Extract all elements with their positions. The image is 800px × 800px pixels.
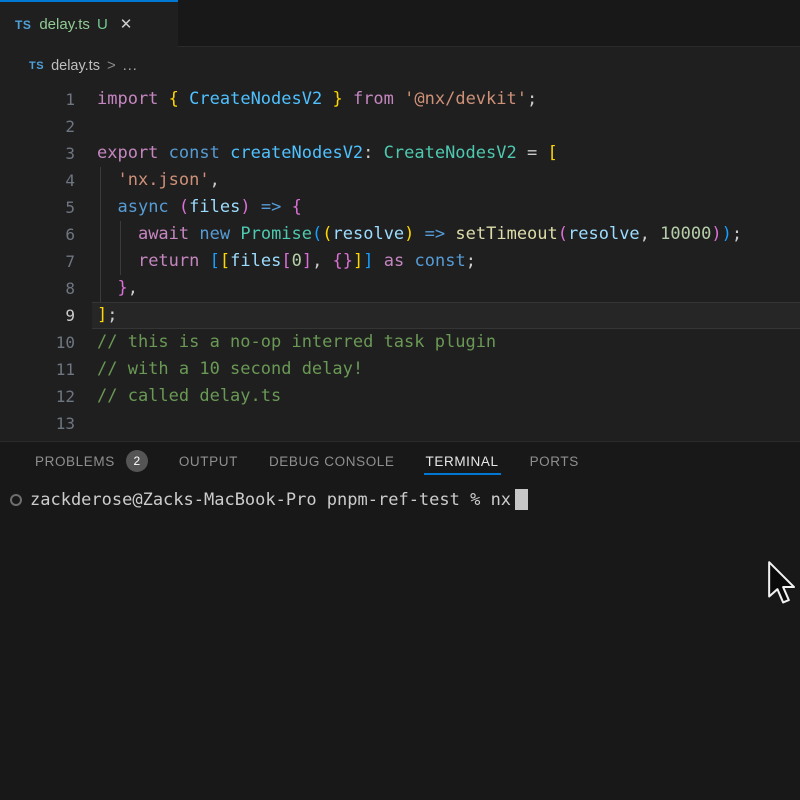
- code-text: },: [75, 275, 138, 302]
- panel-tab-problems[interactable]: PROBLEMS 2: [35, 442, 148, 480]
- code-text: // with a 10 second delay!: [75, 356, 363, 383]
- tab-delay-ts[interactable]: TS delay.ts U ✕: [0, 0, 178, 47]
- panel-tab-output[interactable]: OUTPUT: [179, 442, 238, 480]
- code-text: import { CreateNodesV2 } from '@nx/devki…: [75, 86, 537, 113]
- breadcrumb-symbol-ellipsis[interactable]: ...: [123, 58, 138, 74]
- code-text: ];: [75, 302, 118, 329]
- breadcrumb-file[interactable]: delay.ts: [51, 58, 100, 74]
- code-line[interactable]: 5 async (files) => {: [0, 194, 800, 221]
- typescript-file-icon: TS: [15, 18, 31, 32]
- code-text: export const createNodesV2: CreateNodesV…: [75, 140, 558, 167]
- terminal-block-cursor: [515, 489, 528, 510]
- line-number: 3: [0, 140, 75, 167]
- code-text: [75, 113, 97, 140]
- panel-tab-label: TERMINAL: [426, 454, 499, 469]
- code-line[interactable]: 3export const createNodesV2: CreateNodes…: [0, 140, 800, 167]
- code-line[interactable]: 9];: [0, 302, 800, 329]
- bottom-panel: PROBLEMS 2 OUTPUT DEBUG CONSOLE TERMINAL PORT…: [0, 441, 800, 799]
- panel-tab-label: OUTPUT: [179, 454, 238, 469]
- line-number: 13: [0, 410, 75, 437]
- breadcrumb: TS delay.ts > ...: [0, 47, 800, 84]
- code-line[interactable]: 12// called delay.ts: [0, 383, 800, 410]
- code-text: // called delay.ts: [75, 383, 281, 410]
- panel-tab-ports[interactable]: PORTS: [530, 442, 579, 480]
- line-number: 5: [0, 194, 75, 221]
- code-line[interactable]: 4 'nx.json',: [0, 167, 800, 194]
- code-line[interactable]: 6 await new Promise((resolve) => setTime…: [0, 221, 800, 248]
- close-icon[interactable]: ✕: [120, 17, 133, 32]
- line-number: 9: [0, 302, 75, 329]
- code-line[interactable]: 10// this is a no-op interred task plugi…: [0, 329, 800, 356]
- line-number: 8: [0, 275, 75, 302]
- panel-tab-label: DEBUG CONSOLE: [269, 454, 395, 469]
- git-untracked-badge: U: [97, 16, 108, 33]
- editor-tab-bar: TS delay.ts U ✕: [0, 0, 800, 47]
- code-text: [75, 410, 97, 437]
- chevron-right-icon: >: [107, 57, 116, 74]
- code-text: await new Promise((resolve) => setTimeou…: [75, 221, 742, 248]
- code-line[interactable]: 8 },: [0, 275, 800, 302]
- panel-tab-debug-console[interactable]: DEBUG CONSOLE: [269, 442, 395, 480]
- code-line[interactable]: 7 return [[files[0], {}]] as const;: [0, 248, 800, 275]
- code-editor[interactable]: 1import { CreateNodesV2 } from '@nx/devk…: [0, 84, 800, 441]
- problems-count-badge: 2: [126, 450, 148, 472]
- line-number: 2: [0, 113, 75, 140]
- code-text: // this is a no-op interred task plugin: [75, 329, 496, 356]
- code-line[interactable]: 13: [0, 410, 800, 437]
- panel-tab-terminal[interactable]: TERMINAL: [426, 442, 499, 480]
- panel-tab-label: PORTS: [530, 454, 579, 469]
- line-number: 1: [0, 86, 75, 113]
- line-number: 11: [0, 356, 75, 383]
- line-number: 10: [0, 329, 75, 356]
- line-number: 7: [0, 248, 75, 275]
- terminal-command-circle-icon: [10, 494, 22, 506]
- line-number: 4: [0, 167, 75, 194]
- panel-tab-bar: PROBLEMS 2 OUTPUT DEBUG CONSOLE TERMINAL PORT…: [0, 442, 800, 480]
- code-text: return [[files[0], {}]] as const;: [75, 248, 476, 275]
- code-text: 'nx.json',: [75, 167, 220, 194]
- code-line[interactable]: 11// with a 10 second delay!: [0, 356, 800, 383]
- tab-bar-empty-space: [178, 0, 800, 47]
- line-number: 12: [0, 383, 75, 410]
- typescript-file-icon: TS: [29, 60, 44, 72]
- terminal[interactable]: zackderose@Zacks-MacBook-Pro pnpm-ref-te…: [0, 480, 800, 510]
- code-line[interactable]: 2: [0, 113, 800, 140]
- code-line[interactable]: 1import { CreateNodesV2 } from '@nx/devk…: [0, 86, 800, 113]
- terminal-prompt: zackderose@Zacks-MacBook-Pro pnpm-ref-te…: [30, 490, 511, 510]
- tab-label: delay.ts: [39, 16, 90, 33]
- panel-tab-label: PROBLEMS: [35, 454, 115, 469]
- line-number: 6: [0, 221, 75, 248]
- code-text: async (files) => {: [75, 194, 302, 221]
